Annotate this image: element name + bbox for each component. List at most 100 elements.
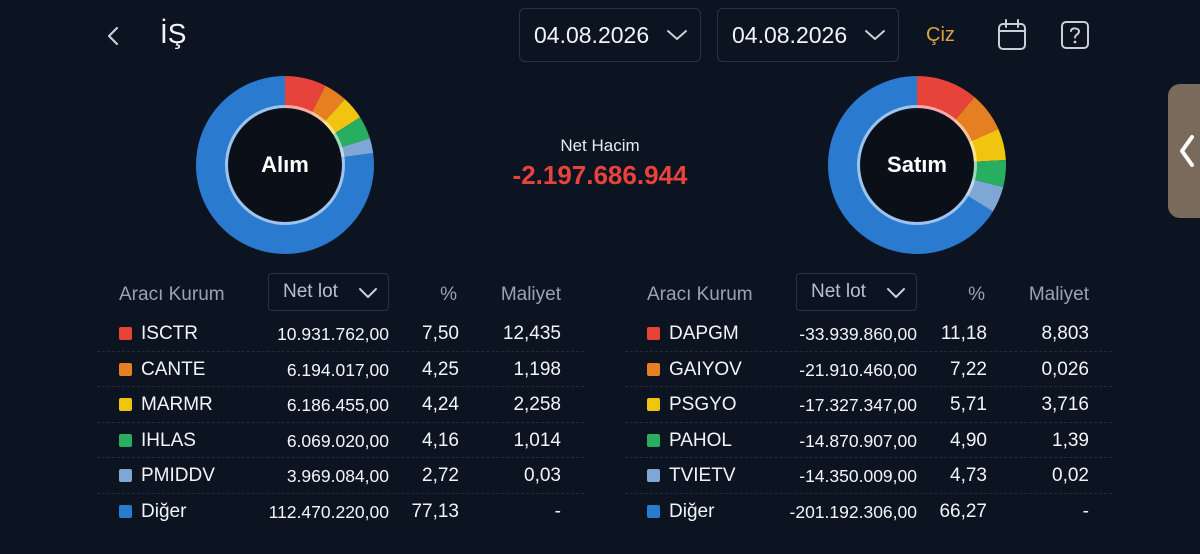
broker-name: Diğer xyxy=(141,500,187,522)
broker-name: IHLAS xyxy=(141,429,196,451)
cost-value: 3,716 xyxy=(1041,394,1089,415)
chevron-down-icon xyxy=(359,288,377,298)
percent-value: 7,50 xyxy=(422,323,459,344)
percent-value: 4,90 xyxy=(950,429,987,451)
table-row[interactable]: TVIETV -14.350.009,00 4,73 0,02 xyxy=(625,458,1112,494)
table-row[interactable]: ISCTR 10.931.762,00 7,50 12,435 xyxy=(97,316,584,352)
table-row[interactable]: Diğer 112.470.220,00 77,13 - xyxy=(97,494,584,530)
sell-table: Aracı Kurum Net lot % Maliyet DAPGM -33.9… xyxy=(625,272,1112,529)
broker-name: CANTE xyxy=(141,358,206,380)
cost-value: 0,026 xyxy=(1041,358,1089,380)
percent-value: 77,13 xyxy=(411,500,459,522)
cost-column-header: Maliyet xyxy=(1028,284,1089,305)
question-icon xyxy=(1061,21,1089,49)
table-row[interactable]: MARMR 6.186.455,00 4,24 2,258 xyxy=(97,387,584,423)
net-lot-value: 6.194.017,00 xyxy=(286,359,389,380)
help-button[interactable] xyxy=(1059,18,1091,52)
end-date-value: 04.08.2026 xyxy=(732,21,848,48)
percent-column-header: % xyxy=(968,284,985,305)
color-swatch xyxy=(119,327,132,340)
sell-donut-chart: Satım xyxy=(827,75,1007,255)
buy-table-header: Aracı Kurum Net lot % Maliyet xyxy=(97,272,584,316)
chevron-down-icon xyxy=(887,288,905,298)
cost-value: 12,435 xyxy=(502,323,561,344)
net-lot-value: -21.910.460,00 xyxy=(799,359,917,380)
net-lot-value: -17.327.347,00 xyxy=(799,395,917,415)
buy-donut-label: Alım xyxy=(261,152,309,177)
buy-table: Aracı Kurum Net lot % Maliyet ISCTR 10.93… xyxy=(97,272,584,529)
cost-value: 1,39 xyxy=(1052,429,1089,451)
calendar-button[interactable] xyxy=(996,18,1028,52)
color-swatch xyxy=(647,433,660,447)
table-row[interactable]: CANTE 6.194.017,00 4,25 1,198 xyxy=(97,352,584,387)
percent-value: 4,73 xyxy=(950,465,987,486)
net-lot-dropdown[interactable]: Net lot xyxy=(268,273,389,311)
net-lot-value: 6.186.455,00 xyxy=(286,395,389,415)
cost-column-header: Maliyet xyxy=(500,284,561,305)
table-row[interactable]: IHLAS 6.069.020,00 4,16 1,014 xyxy=(97,423,584,458)
color-swatch xyxy=(119,469,132,482)
chevron-down-icon xyxy=(667,30,687,40)
percent-value: 4,16 xyxy=(422,429,459,451)
color-swatch xyxy=(119,362,132,376)
broker-name: PMIDDV xyxy=(141,465,215,486)
end-date-select[interactable]: 04.08.2026 xyxy=(717,8,899,62)
buy-donut-chart: Alım xyxy=(195,75,375,255)
table-row[interactable]: GAIYOV -21.910.460,00 7,22 0,026 xyxy=(625,352,1112,387)
color-swatch xyxy=(647,398,660,411)
net-lot-dropdown[interactable]: Net lot xyxy=(796,273,917,311)
cost-value: 8,803 xyxy=(1041,323,1089,344)
start-date-value: 04.08.2026 xyxy=(534,21,650,48)
table-row[interactable]: DAPGM -33.939.860,00 11,18 8,803 xyxy=(625,316,1112,352)
percent-column-header: % xyxy=(440,284,457,305)
cost-value: 0,03 xyxy=(524,465,561,486)
sell-donut-label: Satım xyxy=(887,152,947,177)
percent-value: 7,22 xyxy=(950,358,987,380)
broker-name: DAPGM xyxy=(669,323,739,344)
cost-value: 2,258 xyxy=(513,394,561,415)
net-lot-value: 10.931.762,00 xyxy=(277,324,389,344)
percent-value: 4,25 xyxy=(422,358,459,380)
net-lot-value: -33.939.860,00 xyxy=(799,324,917,344)
broker-column-header: Aracı Kurum xyxy=(119,284,225,305)
net-volume-value: -2.197.686.944 xyxy=(512,160,688,190)
cost-value: 1,014 xyxy=(513,429,561,451)
color-swatch xyxy=(647,362,660,376)
cost-value: - xyxy=(554,500,561,522)
table-row[interactable]: Diğer -201.192.306,00 66,27 - xyxy=(625,494,1112,530)
broker-name: ISCTR xyxy=(141,323,198,344)
cost-value: - xyxy=(1082,500,1089,522)
table-row[interactable]: PMIDDV 3.969.084,00 2,72 0,03 xyxy=(97,458,584,494)
net-volume-label: Net Hacim xyxy=(560,136,640,155)
start-date-select[interactable]: 04.08.2026 xyxy=(519,8,701,62)
broker-name: PAHOL xyxy=(669,429,733,451)
net-lot-value: 112.470.220,00 xyxy=(268,501,389,522)
sell-table-header: Aracı Kurum Net lot % Maliyet xyxy=(625,272,1112,316)
net-lot-value: 6.069.020,00 xyxy=(286,430,389,451)
draw-button[interactable]: Çiz xyxy=(926,24,955,47)
back-button[interactable] xyxy=(100,22,128,50)
side-drawer-handle[interactable] xyxy=(1168,84,1200,218)
page-title: İŞ xyxy=(160,18,187,49)
net-lot-value: -14.870.907,00 xyxy=(799,430,917,451)
percent-value: 2,72 xyxy=(422,465,459,486)
calendar-icon xyxy=(998,19,1026,50)
color-swatch xyxy=(647,469,660,482)
broker-column-header: Aracı Kurum xyxy=(647,284,753,305)
broker-name: GAIYOV xyxy=(669,358,742,380)
color-swatch xyxy=(119,398,132,411)
broker-name: Diğer xyxy=(669,500,715,522)
chevron-left-icon xyxy=(107,26,119,46)
color-swatch xyxy=(647,504,660,518)
buy-table-body: ISCTR 10.931.762,00 7,50 12,435 CANTE 6.194.0… xyxy=(97,316,584,529)
broker-name: TVIETV xyxy=(669,465,736,486)
sell-table-body: DAPGM -33.939.860,00 11,18 8,803 GAIYOV -21.9… xyxy=(625,316,1112,529)
table-row[interactable]: PAHOL -14.870.907,00 4,90 1,39 xyxy=(625,423,1112,458)
cost-value: 0,02 xyxy=(1052,465,1089,486)
net-lot-value: -201.192.306,00 xyxy=(789,501,917,522)
table-row[interactable]: PSGYO -17.327.347,00 5,71 3,716 xyxy=(625,387,1112,423)
chevron-down-icon xyxy=(865,30,885,40)
broker-name: PSGYO xyxy=(669,394,737,415)
net-lot-value: 3.969.084,00 xyxy=(286,466,389,486)
net-lot-value: -14.350.009,00 xyxy=(799,466,917,486)
